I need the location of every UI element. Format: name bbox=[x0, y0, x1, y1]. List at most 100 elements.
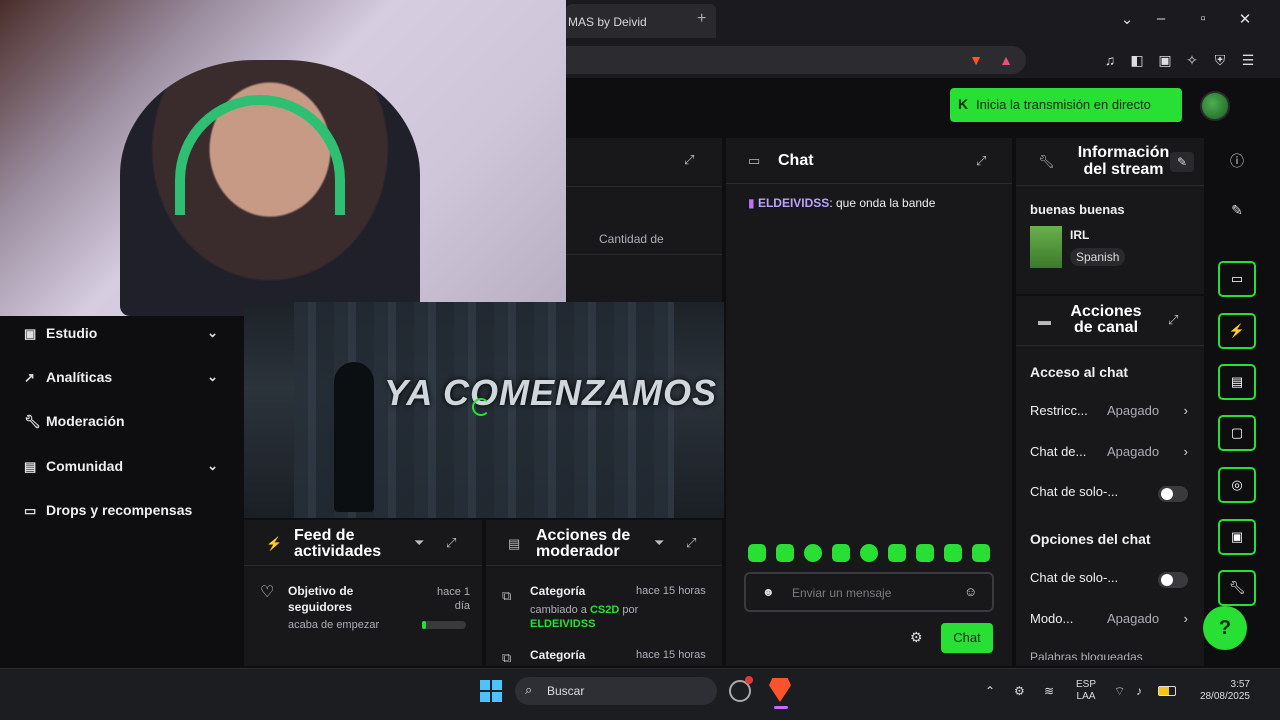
windows-start-icon[interactable] bbox=[480, 680, 502, 702]
wrench-icon: 🔧︎ bbox=[1038, 154, 1055, 169]
volume-icon[interactable]: ♪ bbox=[1136, 684, 1142, 698]
chat-send-button[interactable]: Chat bbox=[941, 623, 993, 653]
feed-item-time: hace 1 día bbox=[436, 586, 470, 612]
language-indicator[interactable]: ESP LAA bbox=[1076, 679, 1096, 703]
setting-row[interactable]: Chat de solo-... bbox=[1030, 570, 1192, 590]
brave-shields-icon[interactable]: ▼ bbox=[966, 50, 986, 70]
toggle-switch[interactable] bbox=[1158, 486, 1188, 502]
media-icon[interactable]: ♫ bbox=[1100, 50, 1120, 70]
clock[interactable]: 3:57 28/08/2025 bbox=[1190, 679, 1250, 703]
quick-action-target-icon[interactable]: ◎ bbox=[1218, 467, 1256, 503]
language-tag[interactable]: Spanish bbox=[1070, 248, 1126, 266]
emoji-icon[interactable]: ☺ bbox=[964, 584, 977, 599]
vpn-icon[interactable]: ⛨ bbox=[1210, 50, 1230, 70]
activity-feed-panel: ⚡ Feed de actividades ⏷ ⤢ ♡ Objetivo de … bbox=[244, 520, 482, 666]
panel-title: Feed de actividades bbox=[294, 527, 382, 560]
community-icon: ▤ bbox=[24, 459, 37, 474]
chevron-down-icon[interactable]: ⌄ bbox=[1117, 10, 1137, 28]
progress-fill bbox=[422, 621, 427, 629]
chat-input[interactable]: ☻ Enviar un mensaje ☺ bbox=[744, 572, 994, 612]
menu-icon[interactable]: ☰ bbox=[1238, 50, 1258, 70]
popout-icon[interactable]: ⤢ bbox=[1168, 312, 1178, 328]
mod-action-user[interactable]: ELDEIVIDSS bbox=[530, 618, 595, 630]
brave-rewards-icon[interactable]: ▲ bbox=[996, 50, 1016, 70]
sidebar-item-analiticas[interactable]: ↗ Analíticas ⌄ bbox=[24, 369, 224, 393]
quick-action-box-icon[interactable]: ▣ bbox=[1218, 519, 1256, 555]
avatar[interactable] bbox=[1200, 91, 1230, 121]
stats-panel: ⤢ Cantidad de bbox=[566, 138, 722, 302]
minimize-icon[interactable]: – bbox=[1151, 10, 1171, 27]
go-live-button[interactable]: K Inicia la transmisión en directo bbox=[950, 88, 1182, 122]
chevron-down-icon: ⌄ bbox=[207, 458, 218, 473]
panel-title: Acciones de canal bbox=[1070, 303, 1142, 336]
sidebar-item-label: Estudio bbox=[46, 325, 98, 341]
browser-tab[interactable]: MAS by Deivid bbox=[566, 4, 716, 38]
analytics-icon: ↗ bbox=[24, 370, 35, 385]
filter-icon[interactable]: ⏷ bbox=[414, 535, 424, 551]
emote-icon[interactable] bbox=[804, 544, 822, 562]
quick-action-video-icon[interactable]: ▭ bbox=[1218, 261, 1256, 297]
sidebar-item-label: Analíticas bbox=[46, 369, 113, 385]
screenshot-icon[interactable]: ▣ bbox=[1155, 50, 1175, 70]
emote-icon[interactable] bbox=[776, 544, 794, 562]
setting-row[interactable]: Restricc... Apagado › bbox=[1030, 403, 1192, 423]
close-icon[interactable]: ✕ bbox=[1235, 10, 1255, 28]
info-icon[interactable]: ⓘ bbox=[1226, 151, 1248, 173]
chevron-right-icon: › bbox=[1183, 403, 1188, 418]
network-icon[interactable]: ≋ bbox=[1044, 684, 1054, 698]
quick-action-bolt-icon[interactable]: ⚡ bbox=[1218, 313, 1256, 349]
battery-icon[interactable] bbox=[1158, 686, 1176, 696]
setting-row-partial[interactable]: Palabras bloqueadas bbox=[1030, 650, 1190, 660]
chevron-right-icon: › bbox=[1183, 611, 1188, 626]
mod-action-title: Categoría bbox=[530, 648, 586, 662]
loading-spinner-icon bbox=[472, 398, 490, 416]
gear-tray-icon[interactable]: ⚙ bbox=[1014, 684, 1025, 698]
sidebar-item-label: Comunidad bbox=[46, 458, 123, 474]
edit-icon[interactable]: ✎ bbox=[1226, 202, 1248, 224]
toggle-switch[interactable] bbox=[1158, 572, 1188, 588]
taskbar-search[interactable]: ⌕ Buscar bbox=[515, 677, 717, 705]
setting-row[interactable]: Modo... Apagado › bbox=[1030, 611, 1192, 631]
sidebar-item-comunidad[interactable]: ▤ Comunidad ⌄ bbox=[24, 458, 224, 482]
popout-icon[interactable]: ⤢ bbox=[446, 535, 456, 551]
gear-icon[interactable]: ⚙ bbox=[910, 629, 923, 646]
quick-action-wrench-icon[interactable]: 🔧︎ bbox=[1218, 570, 1256, 606]
wifi-icon[interactable]: ⌔ bbox=[1114, 684, 1125, 699]
ai-icon[interactable]: ✧ bbox=[1182, 50, 1202, 70]
help-chat-icon[interactable]: ? bbox=[1203, 606, 1247, 650]
emote-icon[interactable] bbox=[888, 544, 906, 562]
sidebar-item-estudio[interactable]: ▣ Estudio ⌄ bbox=[24, 325, 224, 349]
emote-icon[interactable] bbox=[944, 544, 962, 562]
chevron-right-icon: › bbox=[1183, 444, 1188, 459]
setting-row[interactable]: Chat de solo-... bbox=[1030, 484, 1192, 504]
chevron-up-icon[interactable]: ⌃ bbox=[985, 684, 995, 698]
search-icon: ⌕ bbox=[525, 682, 533, 697]
quick-action-list-icon[interactable]: ▤ bbox=[1218, 364, 1256, 400]
heart-icon: ♡ bbox=[260, 584, 275, 601]
popout-icon[interactable]: ⤢ bbox=[684, 152, 694, 168]
edit-icon[interactable]: ✎ bbox=[1170, 152, 1194, 172]
emote-icon[interactable] bbox=[832, 544, 850, 562]
emote-icon[interactable] bbox=[748, 544, 766, 562]
restore-icon[interactable]: ▫ bbox=[1193, 10, 1213, 27]
filter-icon[interactable]: ⏷ bbox=[654, 535, 664, 551]
sidebar-item-moderacion[interactable]: 🔧︎ Moderación bbox=[24, 413, 224, 437]
address-bar[interactable] bbox=[566, 46, 1026, 74]
sidebar-icon[interactable]: ◧ bbox=[1127, 50, 1147, 70]
quick-action-chat-icon[interactable]: ▢ bbox=[1218, 415, 1256, 451]
sidebar-item-drops[interactable]: ▭ Drops y recompensas bbox=[24, 502, 224, 526]
emote-icon[interactable] bbox=[860, 544, 878, 562]
popout-icon[interactable]: ⤢ bbox=[686, 535, 696, 551]
new-tab-icon[interactable]: + bbox=[697, 10, 706, 28]
setting-row[interactable]: Chat de... Apagado › bbox=[1030, 444, 1192, 464]
emote-icon[interactable] bbox=[972, 544, 990, 562]
channel-icon: ▬ bbox=[1038, 313, 1051, 328]
chat-username: ELDEIVIDSS bbox=[757, 196, 830, 210]
stream-category[interactable]: IRL bbox=[1070, 228, 1089, 242]
chevron-down-icon: ⌄ bbox=[207, 369, 218, 384]
panel-header: ▭ Chat ⤢ bbox=[726, 138, 1012, 184]
feed-item-title: Objetivo de seguidores bbox=[288, 584, 354, 614]
popout-icon[interactable]: ⤢ bbox=[976, 153, 986, 169]
emote-icon[interactable] bbox=[916, 544, 934, 562]
search-label: Buscar bbox=[547, 684, 585, 698]
